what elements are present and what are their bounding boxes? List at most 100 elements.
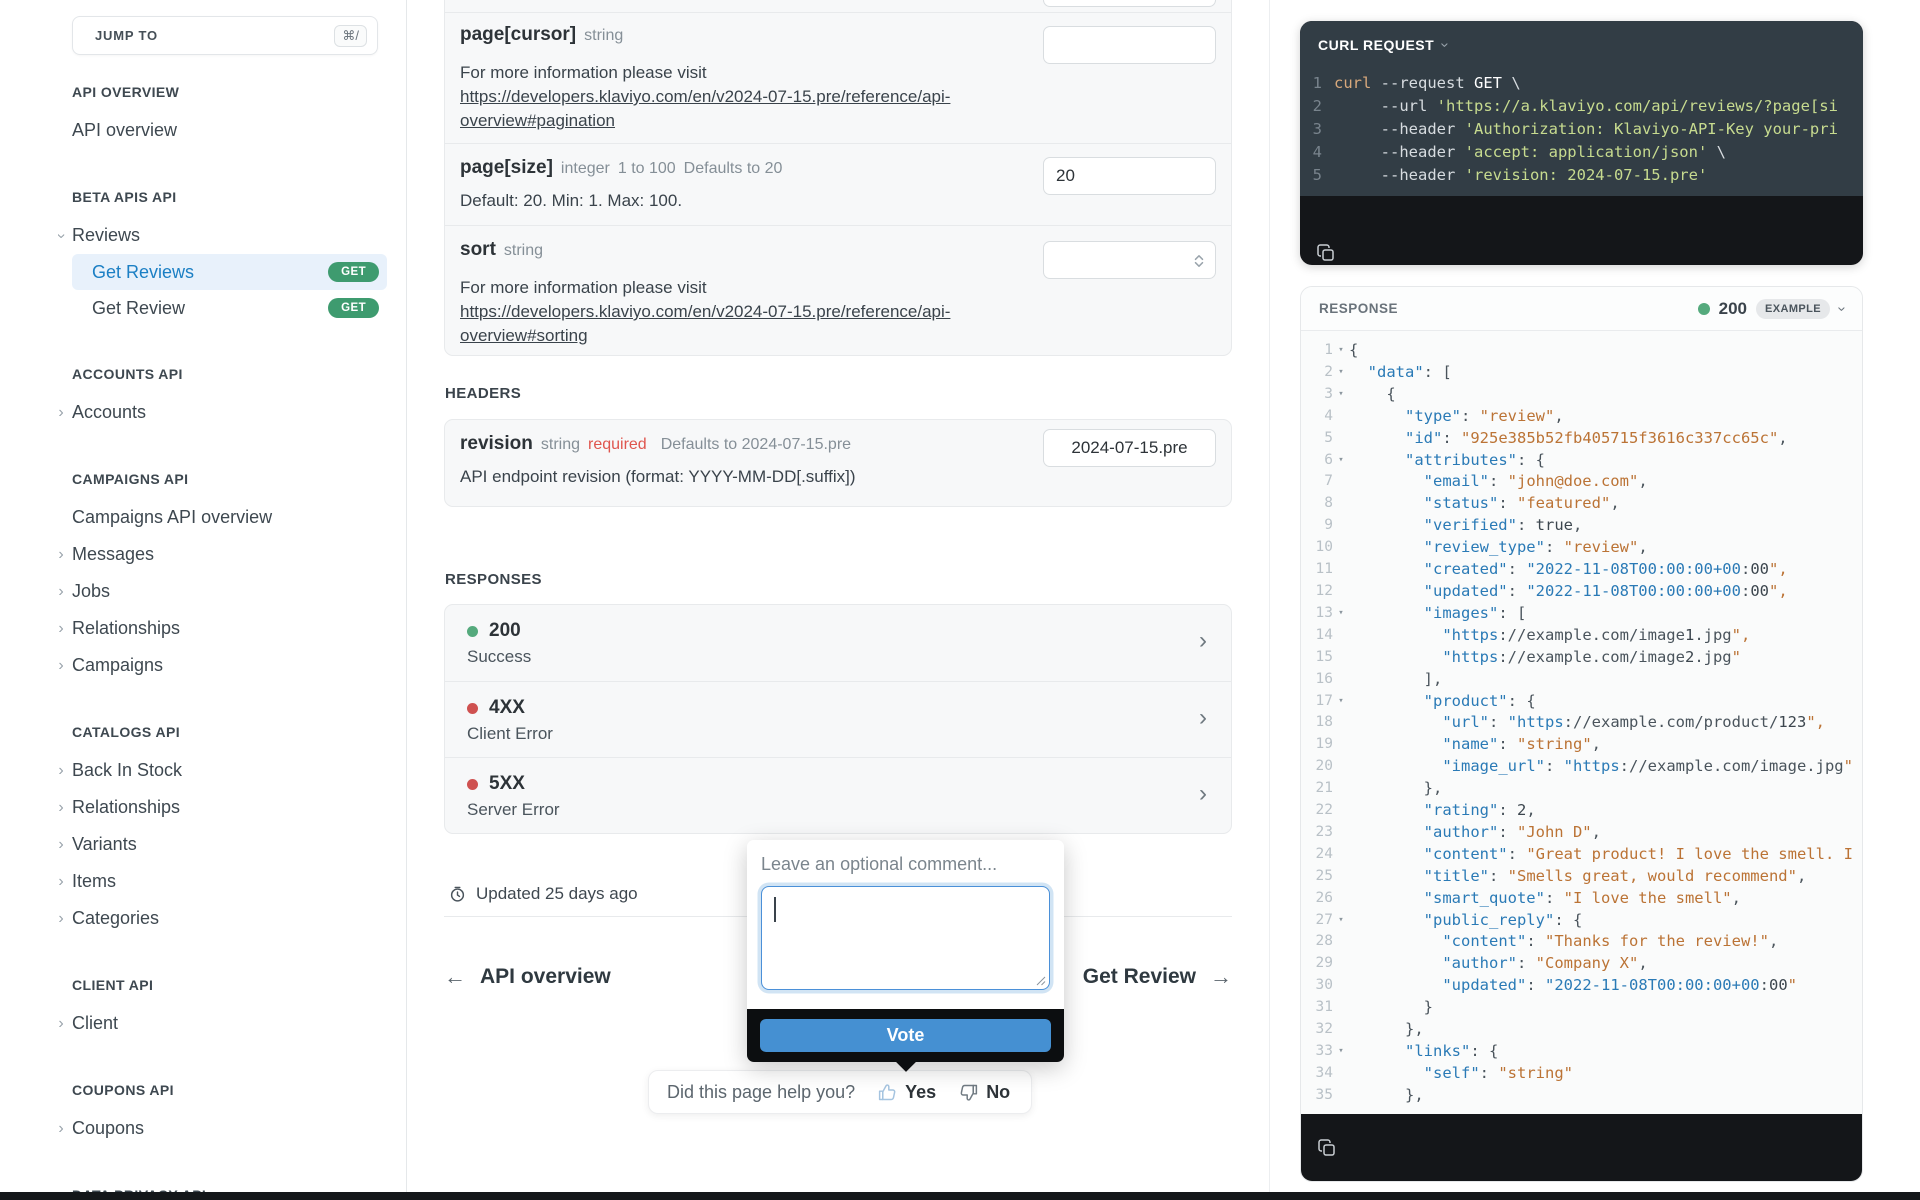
comment-textarea[interactable] (761, 886, 1050, 990)
sort-select[interactable] (1043, 241, 1216, 279)
sidebar-section-title: BETA APIS API (72, 189, 397, 205)
sidebar-item-reviews[interactable]: ›Reviews (72, 217, 387, 254)
param-name: page[size] (460, 157, 553, 178)
sidebar-section-title: COUPONS API (72, 1082, 397, 1098)
sidebar-item-label: Campaigns (72, 655, 163, 676)
response-label: Client Error (467, 724, 1171, 744)
prev-page-link[interactable]: ← API overview (444, 964, 611, 990)
json-code-line: 31 } (1301, 997, 1862, 1019)
query-parameters-box: page[cursor]string For more information … (444, 0, 1232, 356)
sidebar-item-campaigns[interactable]: ›Campaigns (72, 647, 387, 684)
chevron-right-icon: › (55, 872, 67, 892)
response-footer-strip (1301, 1114, 1862, 1181)
response-row-200[interactable]: 200Success› (445, 605, 1231, 681)
chevron-right-icon: › (55, 619, 67, 639)
sidebar-item-variants[interactable]: ›Variants (72, 826, 387, 863)
sidebar-item-get-review[interactable]: Get ReviewGET (72, 290, 387, 326)
json-code-line: 18 "url": "https://example.com/product/1… (1301, 712, 1862, 734)
clock-icon (448, 885, 467, 904)
sidebar-item-back-in-stock[interactable]: ›Back In Stock (72, 752, 387, 789)
comment-popup-label: Leave an optional comment... (761, 853, 1050, 875)
sidebar-item-label: Messages (72, 544, 154, 565)
sorting-doc-link[interactable]: https://developers.klaviyo.com/en/v2024-… (460, 302, 950, 345)
copy-response-button[interactable] (1317, 1138, 1337, 1158)
sidebar-item-api-overview[interactable]: API overview (72, 112, 387, 149)
json-code-line: 4 "type": "review", (1301, 406, 1862, 428)
feedback-yes-button[interactable]: Yes (877, 1082, 936, 1103)
param-name: page[cursor] (460, 24, 576, 45)
chevron-right-icon: › (55, 656, 67, 676)
response-code: 200 (489, 620, 521, 642)
response-row-5xx[interactable]: 5XXServer Error› (445, 757, 1231, 833)
sidebar-section: COUPONS API ›Coupons (40, 1082, 397, 1147)
chevron-right-icon: › (1199, 629, 1207, 653)
revision-input[interactable] (1043, 429, 1216, 467)
previous-param-input[interactable] (1043, 0, 1216, 7)
sidebar-item-items[interactable]: ›Items (72, 863, 387, 900)
chevron-right-icon: › (55, 909, 67, 929)
json-code-line: 11 "created": "2022-11-08T00:00:00+00:00… (1301, 559, 1862, 581)
jump-to-search[interactable]: JUMP TO ⌘/ (72, 16, 378, 55)
sidebar-item-accounts[interactable]: ›Accounts (72, 394, 387, 431)
status-dot (467, 626, 478, 637)
curl-request-panel: CURL REQUEST › 1curl --request GET \2 --… (1300, 21, 1863, 265)
response-header: RESPONSE 200 EXAMPLE › (1301, 287, 1862, 331)
pagination-doc-link[interactable]: https://developers.klaviyo.com/en/v2024-… (460, 87, 950, 130)
curl-code-line: 3 --header 'Authorization: Klaviyo-API-K… (1300, 118, 1863, 141)
vote-button[interactable]: Vote (760, 1019, 1051, 1052)
page-cursor-input[interactable] (1043, 26, 1216, 64)
response-example-dropdown[interactable]: 200 EXAMPLE › (1698, 299, 1844, 319)
status-dot (467, 779, 478, 790)
response-row-4xx[interactable]: 4XXClient Error› (445, 681, 1231, 757)
curl-code-lines: 1curl --request GET \2 --url 'https://a.… (1300, 72, 1863, 187)
curl-code-line: 1curl --request GET \ (1300, 72, 1863, 95)
param-type: string (504, 242, 543, 259)
sidebar-item-get-reviews[interactable]: Get ReviewsGET (72, 254, 387, 290)
feedback-no-button[interactable]: No (958, 1082, 1010, 1103)
param-row-page-cursor: page[cursor]string For more information … (445, 12, 1231, 143)
curl-code-line: 5 --header 'revision: 2024-07-15.pre' (1300, 164, 1863, 187)
jump-to-label: JUMP TO (95, 28, 158, 43)
responses-section-label: RESPONSES (445, 571, 542, 588)
curl-code-area: CURL REQUEST › 1curl --request GET \2 --… (1300, 21, 1863, 196)
sidebar-item-jobs[interactable]: ›Jobs (72, 573, 387, 610)
param-row-partial (445, 0, 1231, 12)
curl-request-dropdown[interactable]: CURL REQUEST › (1300, 36, 1863, 54)
json-code-line: 20 "image_url": "https://example.com/ima… (1301, 756, 1862, 778)
json-code-line: 28 "content": "Thanks for the review!", (1301, 931, 1862, 953)
param-type: string (584, 27, 623, 44)
sidebar-section-title: ACCOUNTS API (72, 366, 397, 382)
chevron-right-icon: › (55, 761, 67, 781)
chevron-right-icon: › (55, 582, 67, 602)
resize-handle-icon[interactable] (1035, 975, 1046, 986)
json-code-line: 24 "content": "Great product! I love the… (1301, 844, 1862, 866)
json-code-line: 22 "rating": 2, (1301, 800, 1862, 822)
json-code-line: 17▾ "product": { (1301, 691, 1862, 713)
copy-curl-button[interactable] (1316, 243, 1336, 263)
page-size-input[interactable] (1043, 157, 1216, 195)
sidebar-section: CATALOGS API›Back In Stock›Relationships… (40, 724, 397, 937)
sidebar-item-relationships[interactable]: ›Relationships (72, 789, 387, 826)
sidebar-item-categories[interactable]: ›Categories (72, 900, 387, 937)
sidebar-item-label: Get Review (92, 298, 185, 319)
sidebar-section-title: CLIENT API (72, 977, 397, 993)
arrow-right-icon: → (1210, 964, 1232, 990)
next-page-link[interactable]: Get Review → (1083, 964, 1232, 990)
select-updown-icon (1191, 253, 1207, 269)
chevron-down-icon: › (1835, 306, 1849, 311)
sidebar-item-client[interactable]: ›Client (72, 1005, 387, 1042)
json-code-line: 23 "author": "John D", (1301, 822, 1862, 844)
sidebar-item-label: Categories (72, 908, 159, 929)
param-description: API endpoint revision (format: YYYY-MM-D… (460, 465, 1031, 489)
param-description: Default: 20. Min: 1. Max: 100. (460, 189, 1031, 213)
chevron-right-icon: › (1199, 706, 1207, 730)
param-range: 1 to 100 (618, 160, 676, 177)
prev-page-label: API overview (480, 965, 611, 989)
sidebar-item-relationships[interactable]: ›Relationships (72, 610, 387, 647)
page-feedback-bar: Did this page help you? Yes No (648, 1070, 1032, 1114)
sidebar-item-campaigns-api-overview[interactable]: Campaigns API overview (72, 499, 387, 536)
sidebar-item-coupons[interactable]: ›Coupons (72, 1110, 387, 1147)
sidebar-section-title: CAMPAIGNS API (72, 471, 397, 487)
copy-icon (1316, 243, 1336, 263)
sidebar-item-messages[interactable]: ›Messages (72, 536, 387, 573)
